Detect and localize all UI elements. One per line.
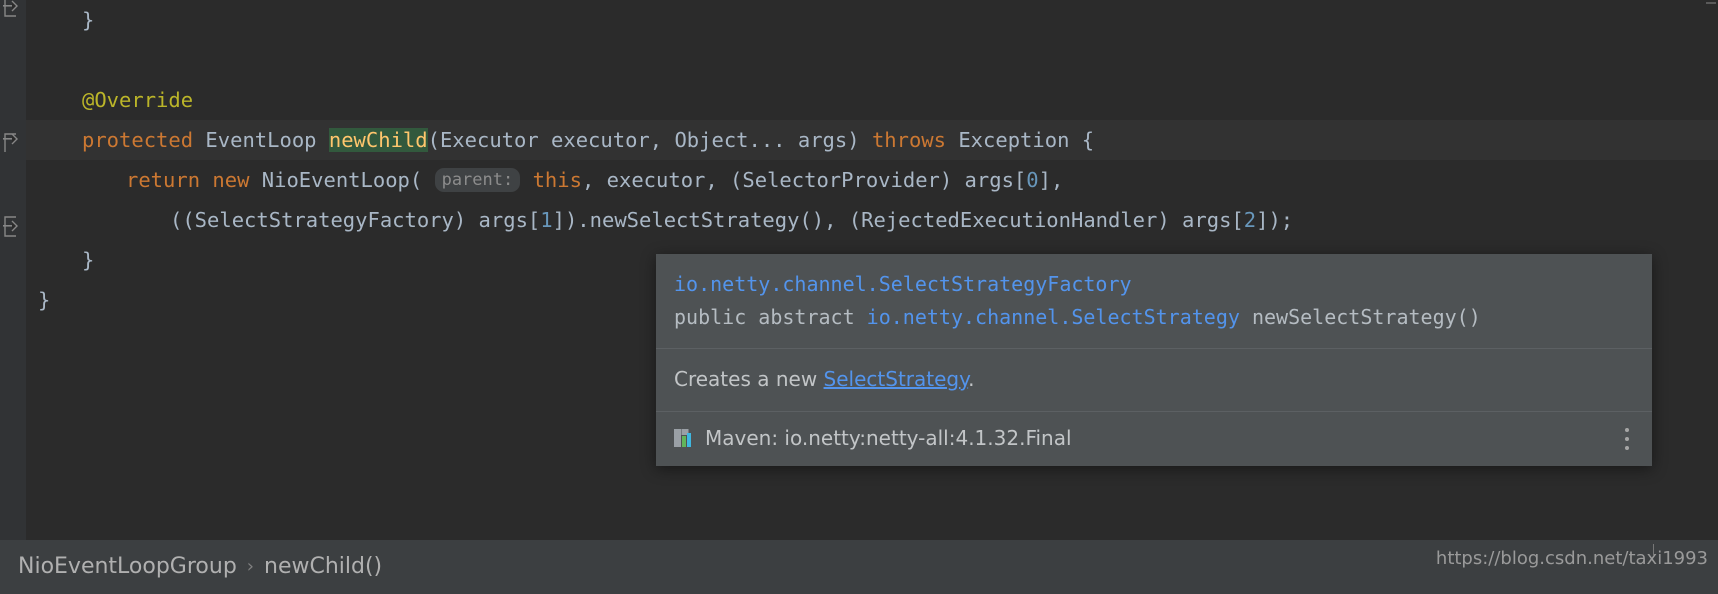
doc-signature-header: io.netty.channel.SelectStrategyFactory p… bbox=[656, 254, 1652, 349]
breadcrumb-item-class[interactable]: NioEventLoopGroup bbox=[18, 554, 237, 579]
code-token: 2 bbox=[1243, 208, 1257, 232]
code-token: 0 bbox=[1026, 168, 1039, 192]
parameter-hint-chip[interactable]: parent: bbox=[434, 168, 521, 192]
code-line[interactable] bbox=[26, 40, 1718, 80]
maven-icon bbox=[674, 429, 691, 447]
code-line[interactable]: } bbox=[26, 0, 1718, 40]
status-bar: NioEventLoopGroup › newChild() https://b… bbox=[0, 540, 1718, 594]
code-token: newChild bbox=[328, 128, 428, 152]
breadcrumb-item-method[interactable]: newChild() bbox=[264, 554, 382, 579]
code-token: this bbox=[532, 168, 582, 192]
code-token: , executor, (SelectorProvider) args[ bbox=[581, 168, 1027, 192]
code-token: Exception { bbox=[946, 128, 1095, 152]
code-token: } bbox=[82, 8, 95, 32]
code-token: new bbox=[212, 168, 250, 192]
code-token: 1 bbox=[540, 208, 553, 232]
kebab-menu-icon[interactable] bbox=[1618, 426, 1636, 452]
code-line[interactable]: ((SelectStrategyFactory) args[1]).newSel… bbox=[26, 200, 1718, 240]
watermark-tick bbox=[1653, 544, 1654, 556]
editor-gutter[interactable] bbox=[0, 0, 26, 540]
scroll-marker bbox=[1706, 2, 1716, 4]
code-fold-icon[interactable] bbox=[2, 216, 22, 237]
documentation-popup[interactable]: io.netty.channel.SelectStrategyFactory p… bbox=[656, 254, 1652, 466]
code-token: ]).newSelectStrategy(), (RejectedExecuti… bbox=[552, 208, 1244, 232]
doc-library-label: Maven: io.netty:netty-all:4.1.32.Final bbox=[705, 426, 1072, 450]
code-token: ]); bbox=[1256, 208, 1294, 232]
doc-type-link[interactable]: SelectStrategy bbox=[824, 367, 969, 391]
doc-library-footer[interactable]: Maven: io.netty:netty-all:4.1.32.Final bbox=[656, 412, 1652, 466]
code-token: } bbox=[38, 288, 51, 312]
code-token: ], bbox=[1038, 168, 1064, 192]
code-fold-icon[interactable] bbox=[2, 0, 22, 17]
code-token: protected bbox=[82, 128, 194, 152]
code-token: return bbox=[126, 168, 201, 192]
code-line[interactable]: protected EventLoop newChild(Executor ex… bbox=[26, 120, 1718, 160]
code-token: (Executor executor, Object... args) bbox=[427, 128, 872, 152]
code-token: throws bbox=[871, 128, 946, 152]
code-token: NioEventLoop( bbox=[249, 168, 435, 192]
doc-description-text: Creates a new bbox=[674, 367, 824, 391]
code-line[interactable]: @Override bbox=[26, 80, 1718, 120]
code-token: EventLoop bbox=[193, 128, 329, 152]
breadcrumb-separator-icon: › bbox=[246, 556, 254, 577]
doc-description-period: . bbox=[968, 367, 975, 391]
code-token: @Override bbox=[82, 88, 194, 112]
code-line[interactable]: return new NioEventLoop( parent: this, e… bbox=[26, 160, 1718, 200]
code-token: ((SelectStrategyFactory) args[ bbox=[170, 208, 541, 232]
doc-qualified-type: io.netty.channel.SelectStrategyFactory bbox=[674, 272, 1132, 296]
doc-description: Creates a new SelectStrategy. bbox=[656, 349, 1652, 412]
doc-signature: public abstract io.netty.channel.SelectS… bbox=[674, 305, 1481, 329]
watermark-url: https://blog.csdn.net/taxi1993 bbox=[1436, 544, 1708, 569]
breadcrumb[interactable]: NioEventLoopGroup › newChild() bbox=[18, 554, 382, 579]
code-token: } bbox=[82, 248, 95, 272]
code-fold-icon[interactable] bbox=[2, 132, 22, 152]
